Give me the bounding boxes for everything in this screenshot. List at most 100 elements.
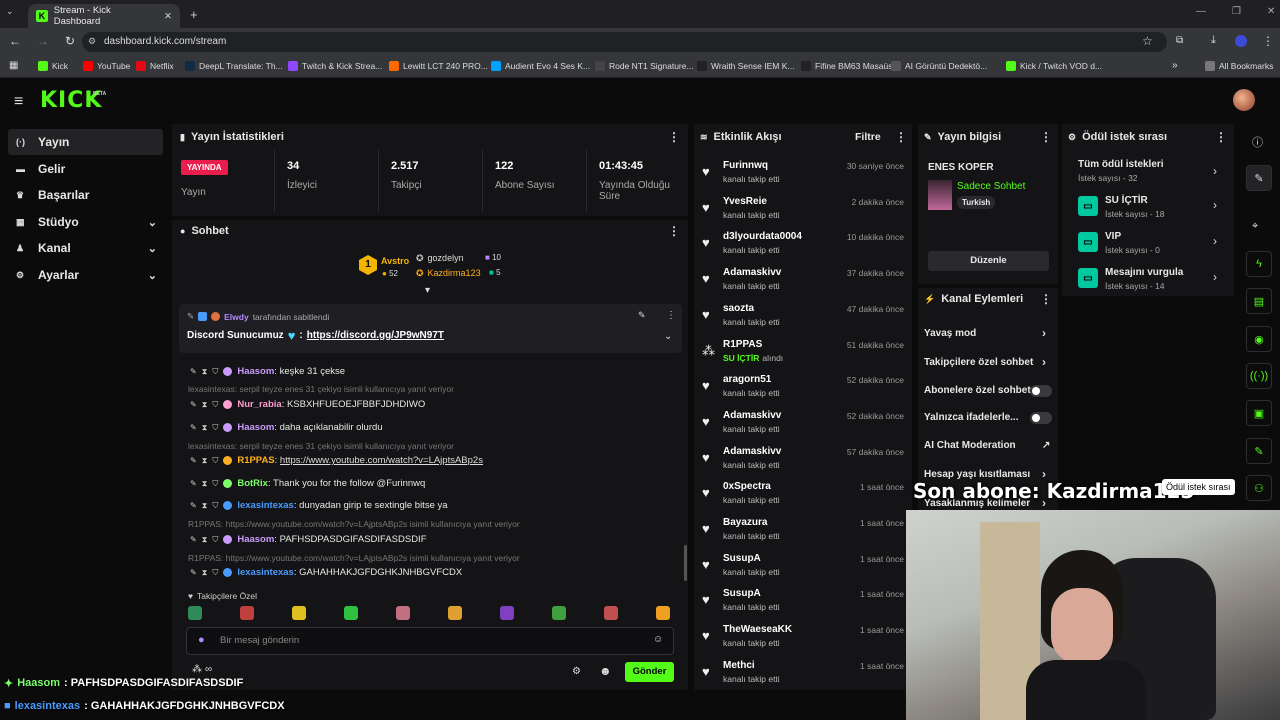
- activity-item[interactable]: ⁂ R1PPAS SU İÇTİR alındı 51 dakika önce: [700, 338, 908, 373]
- chat-more-icon[interactable]: ⋮: [668, 224, 680, 238]
- activity-username[interactable]: Furinnwq: [723, 160, 768, 171]
- chat-username[interactable]: Nur_rabia: [237, 399, 281, 410]
- activity-username[interactable]: 0xSpectra: [723, 481, 771, 492]
- lightning-icon[interactable]: ϟ: [1246, 251, 1272, 277]
- timeout-icon[interactable]: ⧗: [202, 456, 208, 466]
- ban-icon[interactable]: ⛉: [212, 501, 218, 511]
- ban-icon[interactable]: ⛉: [212, 400, 218, 410]
- activity-item[interactable]: ♥ Bayazura kanalı takip etti 1 saat önce: [700, 516, 908, 551]
- maximize-icon[interactable]: ❐: [1232, 6, 1241, 17]
- pin-message-icon[interactable]: ✎: [190, 400, 197, 409]
- activity-item[interactable]: ♥ Methci kanalı takip etti 1 saat önce: [700, 659, 908, 694]
- pinned-link[interactable]: https://discord.gg/JP9wN97T: [307, 330, 444, 341]
- bookmark-item[interactable]: Audient Evo 4 Ses K...: [491, 61, 590, 71]
- sidebar-item-gelir[interactable]: ▬ Gelir: [8, 156, 163, 182]
- chat-username[interactable]: R1PPAS: [237, 455, 274, 466]
- pin-message-icon[interactable]: ✎: [190, 501, 197, 510]
- chat-username[interactable]: Haasom: [237, 366, 274, 377]
- reload-icon[interactable]: ↻: [65, 34, 75, 48]
- activity-item[interactable]: ♥ Adamaskivv kanalı takip etti 37 dakika ön…: [700, 266, 908, 301]
- chevron-right-icon[interactable]: ›: [1042, 326, 1046, 340]
- category-name[interactable]: Sadece Sohbet: [957, 181, 1025, 192]
- activity-item[interactable]: ♥ 0xSpectra kanalı takip etti 1 saat önce: [700, 480, 908, 515]
- bookmark-item[interactable]: Kick / Twitch VOD d...: [1006, 61, 1102, 71]
- activity-username[interactable]: SusupA: [723, 553, 761, 564]
- chevron-down-icon[interactable]: ⌄: [148, 269, 157, 282]
- ban-icon[interactable]: ⛉: [212, 423, 218, 433]
- top-gifter-name[interactable]: Avstro: [381, 256, 409, 266]
- activity-item[interactable]: ♥ YvesReie kanalı takip etti 2 dakika önce: [700, 195, 908, 230]
- pin-message-icon[interactable]: ✎: [190, 367, 197, 376]
- reward-name[interactable]: SU İÇTİR: [1105, 195, 1148, 206]
- activity-item[interactable]: ♥ Adamaskivv kanalı takip etti 57 dakika ön…: [700, 445, 908, 480]
- user-avatar[interactable]: [1233, 89, 1255, 111]
- chevron-down-icon[interactable]: ⌄: [148, 242, 157, 255]
- window-controls[interactable]: — ❐ ✕: [1196, 6, 1275, 17]
- wrench-icon[interactable]: ✎: [1246, 438, 1272, 464]
- chat-message[interactable]: ✎ ⧗ ⛉ Haasom: PAFHSDPASDGIFASDIFASDSDIF: [190, 534, 427, 545]
- chat-settings-icon[interactable]: ⚙: [572, 666, 581, 677]
- browser-menu-icon[interactable]: ⋮: [1262, 34, 1274, 48]
- channel-action-item[interactable]: AI Chat Moderation ↗: [924, 440, 1054, 454]
- rewards-more-icon[interactable]: ⋮: [1215, 130, 1227, 144]
- bookmark-item[interactable]: Wraith Sense IEM K...: [697, 61, 794, 71]
- pin-message-icon[interactable]: ✎: [190, 479, 197, 488]
- activity-more-icon[interactable]: ⋮: [895, 130, 907, 144]
- window-close-icon[interactable]: ✕: [1267, 6, 1275, 17]
- pin-message-icon[interactable]: ✎: [190, 535, 197, 544]
- activity-username[interactable]: Adamaskivv: [723, 410, 781, 421]
- chevron-right-icon[interactable]: ›: [1042, 355, 1046, 369]
- activity-item[interactable]: ♥ saozta kanalı takip etti 47 dakika önce: [700, 302, 908, 337]
- toggle-switch[interactable]: [1030, 385, 1052, 397]
- chat-link[interactable]: https://www.youtube.com/watch?v=LAjptsAB…: [280, 455, 483, 466]
- mic-icon[interactable]: ●: [198, 634, 205, 646]
- ban-icon[interactable]: ⛉: [212, 535, 218, 545]
- bookmarks-overflow-icon[interactable]: »: [1172, 60, 1178, 71]
- emote-icon[interactable]: [500, 606, 514, 620]
- edit-button[interactable]: Düzenle: [928, 251, 1049, 271]
- channel-action-item[interactable]: Abonelere özel sohbet: [924, 385, 1054, 399]
- activity-username[interactable]: Methci: [723, 660, 755, 671]
- timeout-icon[interactable]: ⧗: [202, 367, 208, 377]
- activity-username[interactable]: R1PPAS: [723, 339, 762, 350]
- chevron-right-icon[interactable]: ›: [1213, 234, 1217, 248]
- broadcast-icon[interactable]: ((·)): [1246, 363, 1272, 389]
- chevron-right-icon[interactable]: ›: [1213, 198, 1217, 212]
- stats-more-icon[interactable]: ⋮: [668, 130, 680, 144]
- pinned-more-icon[interactable]: ⋮: [666, 310, 676, 321]
- ban-icon[interactable]: ⛉: [212, 456, 218, 466]
- minimize-icon[interactable]: —: [1196, 6, 1206, 17]
- bookmark-item[interactable]: AI Görüntü Dedektö...: [891, 61, 987, 71]
- bookmark-item[interactable]: Rode NT1 Signature...: [595, 61, 694, 71]
- emote-icon[interactable]: [188, 606, 202, 620]
- activity-item[interactable]: ♥ Furinnwq kanalı takip etti 30 saniye önce: [700, 159, 908, 194]
- chevron-down-icon[interactable]: ⌄: [148, 216, 157, 229]
- activity-item[interactable]: ♥ TheWaeseaKK kanalı takip etti 1 saat önce: [700, 623, 908, 658]
- channel-actions-more-icon[interactable]: ⋮: [1040, 292, 1052, 306]
- emoji-icon[interactable]: ☺: [653, 634, 663, 645]
- pin-message-icon[interactable]: ✎: [190, 456, 197, 465]
- filter-button[interactable]: Filtre: [855, 131, 881, 143]
- activity-item[interactable]: ♥ SusupA kanalı takip etti 1 saat önce: [700, 587, 908, 622]
- chat-message[interactable]: ✎ ⧗ ⛉ R1PPAS: https://www.youtube.com/watch…: [190, 455, 483, 466]
- chat-username[interactable]: BotRix: [237, 478, 268, 489]
- kick-gift-icon[interactable]: ☻: [599, 664, 612, 678]
- chat-message[interactable]: ✎ ⧗ ⛉ lexasintexas: dunyadan girip te sexti…: [190, 500, 448, 511]
- activity-username[interactable]: saozta: [723, 303, 754, 314]
- forward-icon[interactable]: →: [37, 34, 49, 48]
- emote-icon[interactable]: [552, 606, 566, 620]
- sidebar-item-stüdyo[interactable]: ▦ Stüdyo ⌄: [8, 209, 163, 235]
- bookmark-item[interactable]: YouTube: [83, 61, 130, 71]
- activity-username[interactable]: Bayazura: [723, 517, 767, 528]
- extensions-icon[interactable]: ⧉: [1176, 35, 1183, 46]
- chat-username[interactable]: lexasintexas: [237, 500, 294, 511]
- second-gifter[interactable]: ✪ gozdelyn: [416, 253, 464, 264]
- pin-message-icon[interactable]: ✎: [190, 568, 197, 577]
- info-icon[interactable]: ⓘ: [1252, 134, 1263, 150]
- activity-username[interactable]: SusupA: [723, 588, 761, 599]
- sidebar-item-başarılar[interactable]: ♛ Başarılar: [8, 182, 163, 208]
- activity-username[interactable]: Adamaskivv: [723, 446, 781, 457]
- chat-username[interactable]: lexasintexas: [237, 567, 294, 578]
- apps-icon[interactable]: ▦: [9, 60, 18, 71]
- activity-item[interactable]: ♥ SusupA kanalı takip etti 1 saat önce: [700, 552, 908, 587]
